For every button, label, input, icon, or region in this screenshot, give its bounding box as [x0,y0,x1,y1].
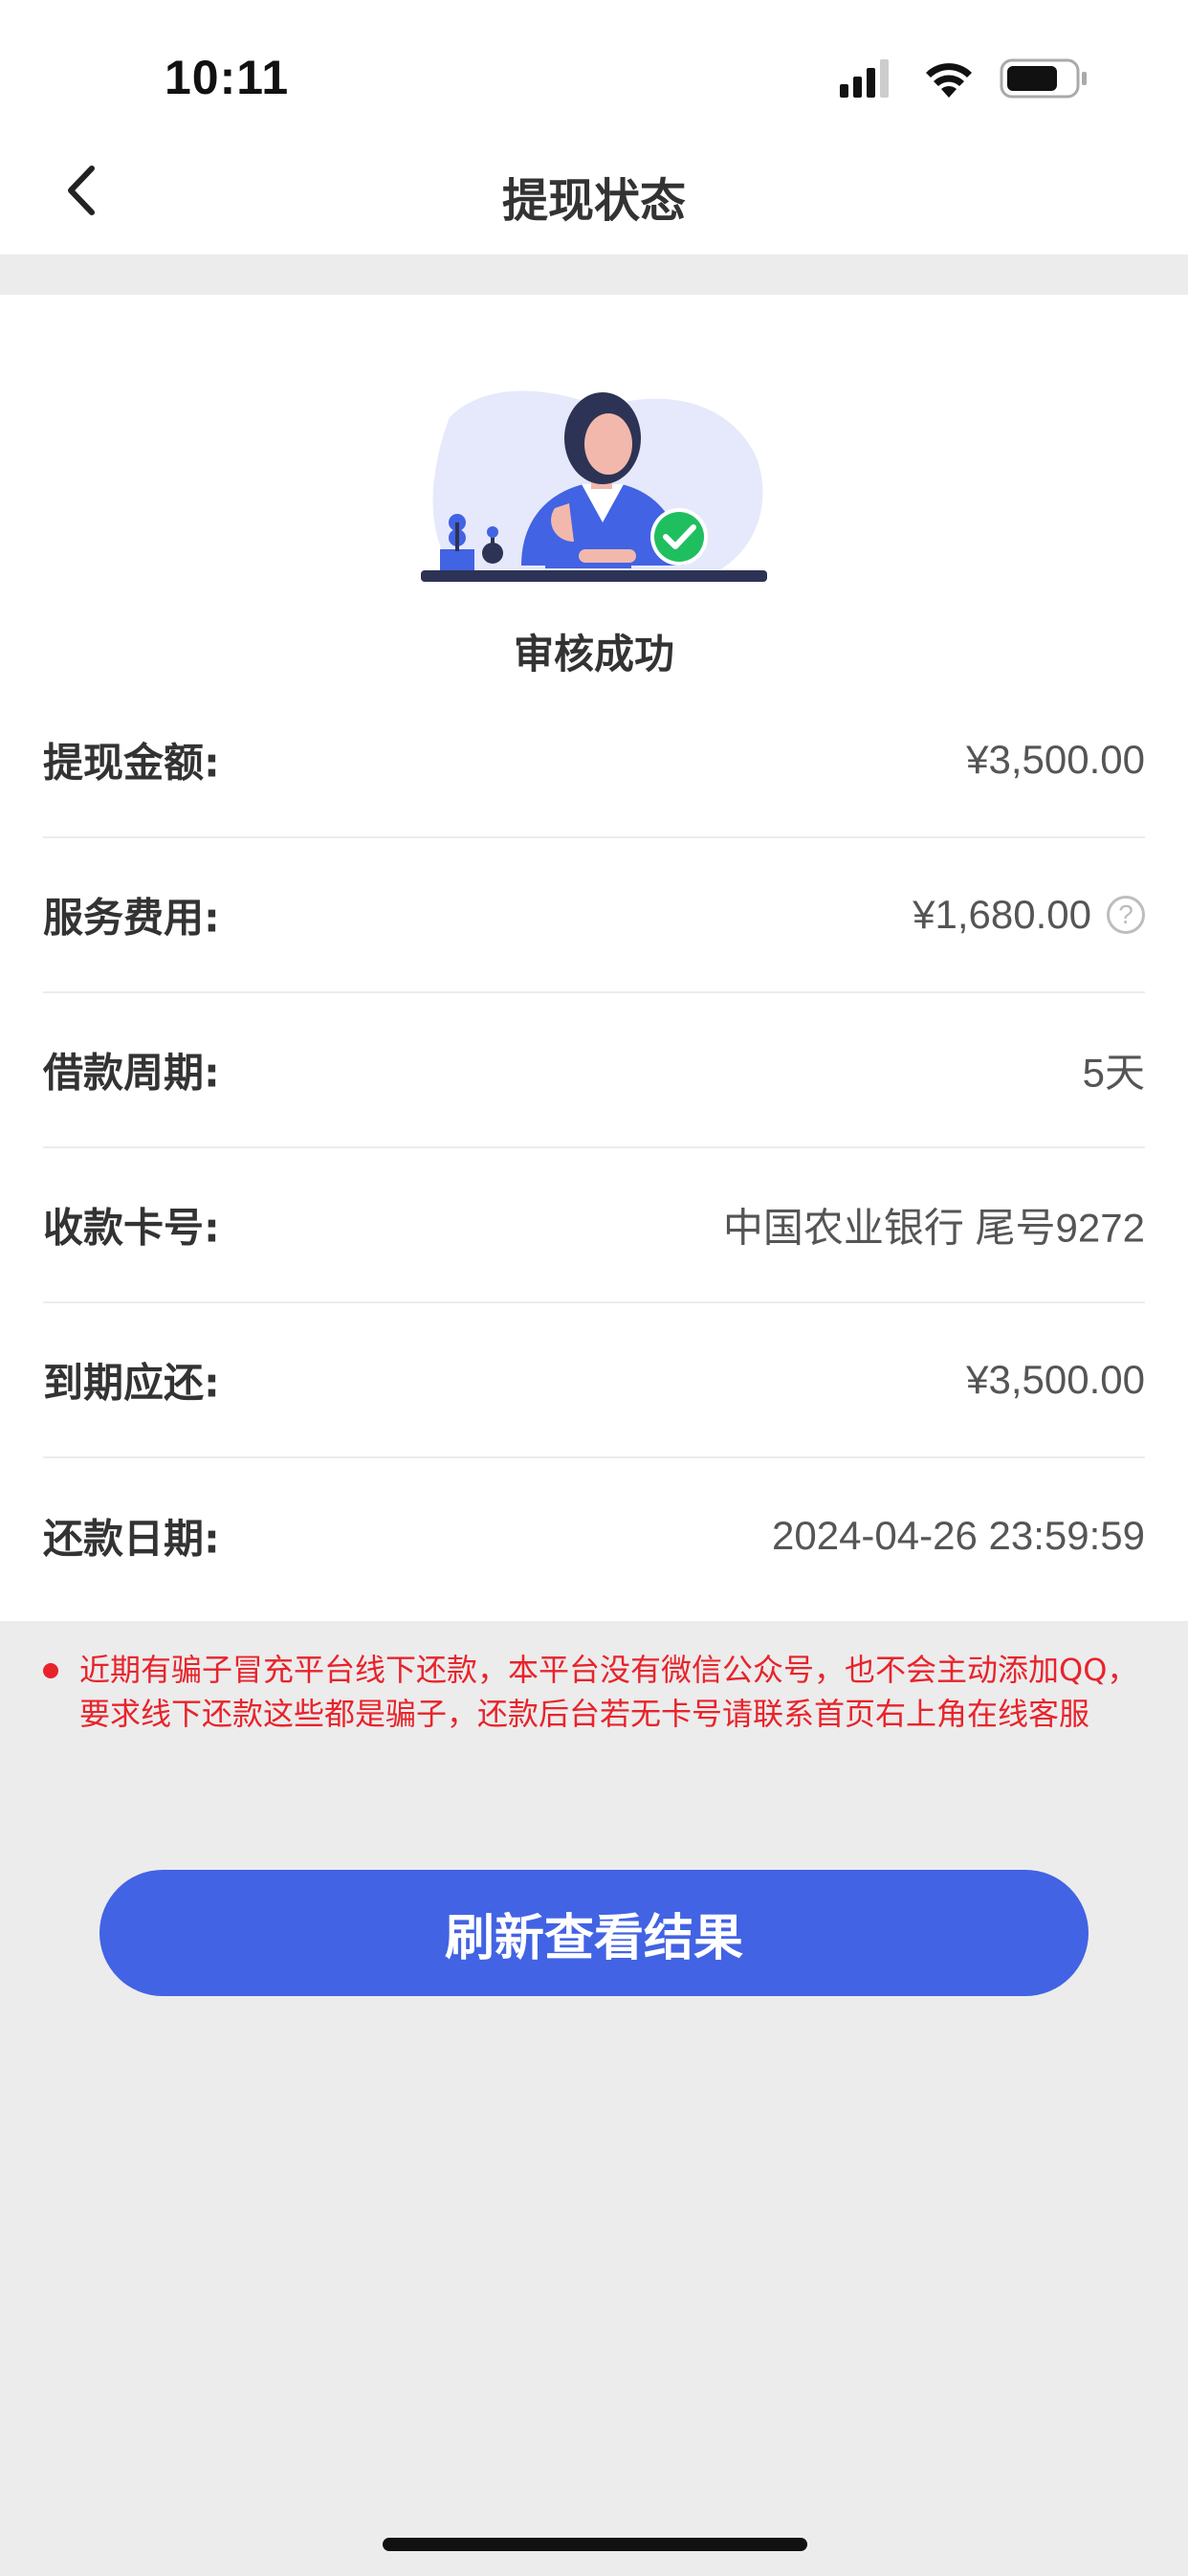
loan-period-value: 5天 [1082,1050,1145,1096]
info-label: 借款周期: [43,1049,220,1097]
repay-date-value: 2024-04-26 23:59:59 [772,1513,1145,1558]
info-row-repay-date: 还款日期: 2024-04-26 23:59:59 [43,1458,1145,1613]
info-row-withdraw-amount: 提现金额: ¥3,500.00 [43,683,1145,838]
status-icons [840,58,1087,99]
info-row-card-number: 收款卡号: 中国农业银行 尾号9272 [43,1148,1145,1303]
nav-bar: 提现状态 [0,144,1188,255]
home-indicator[interactable] [383,2538,807,2551]
service-fee-value: ¥1,680.00 [913,892,1091,937]
withdraw-amount-value: ¥3,500.00 [966,737,1145,782]
status-card: 审核成功 提现金额: ¥3,500.00 服务费用: ¥1,680.00 ? 借… [0,295,1188,1621]
card-number-value: 中国农业银行 尾号9272 [722,1205,1145,1251]
info-value: ¥3,500.00 [966,1357,1145,1403]
status-bar: 10:11 [0,0,1188,144]
info-label: 收款卡号: [43,1204,220,1252]
info-value: 2024-04-26 23:59:59 [772,1513,1145,1559]
info-label: 服务费用: [43,894,220,942]
status-time: 10:11 [165,51,290,104]
info-value: 5天 [1083,1041,1145,1099]
wifi-icon [926,63,972,98]
info-row-service-fee: 服务费用: ¥1,680.00 ? [43,838,1145,993]
review-status-text: 审核成功 [513,631,674,677]
help-icon[interactable]: ? [1107,896,1145,934]
info-label: 到期应还: [43,1359,220,1407]
info-row-amount-due: 到期应还: ¥3,500.00 [43,1303,1145,1458]
withdrawal-status-page: 10:11 提现状态 审核成功 提现金额: ¥3,500.00 服务费用: ¥1… [0,0,1188,2576]
amount-due-value: ¥3,500.00 [966,1357,1145,1402]
page-title: 提现状态 [501,174,686,228]
info-label: 还款日期: [43,1515,220,1563]
info-value: 中国农业银行 尾号9272 [723,1196,1145,1255]
review-success-illustration [421,390,767,582]
info-row-loan-period: 借款周期: 5天 [43,993,1145,1148]
info-value: ¥3,500.00 [966,737,1145,783]
info-label: 提现金额: [43,739,220,787]
refresh-result-button[interactable]: 刷新查看结果 [99,1870,1089,1996]
fraud-warning: 近期有骗子冒充平台线下还款，本平台没有微信公众号，也不会主动添加QQ，要求线下还… [43,1648,1143,1736]
info-value: ¥1,680.00 ? [913,892,1145,938]
warning-dot-icon [43,1663,58,1678]
signal-icon [840,59,889,98]
battery-icon [1000,58,1087,99]
check-badge [654,512,704,562]
fraud-warning-text: 近期有骗子冒充平台线下还款，本平台没有微信公众号，也不会主动添加QQ，要求线下还… [79,1652,1138,1732]
